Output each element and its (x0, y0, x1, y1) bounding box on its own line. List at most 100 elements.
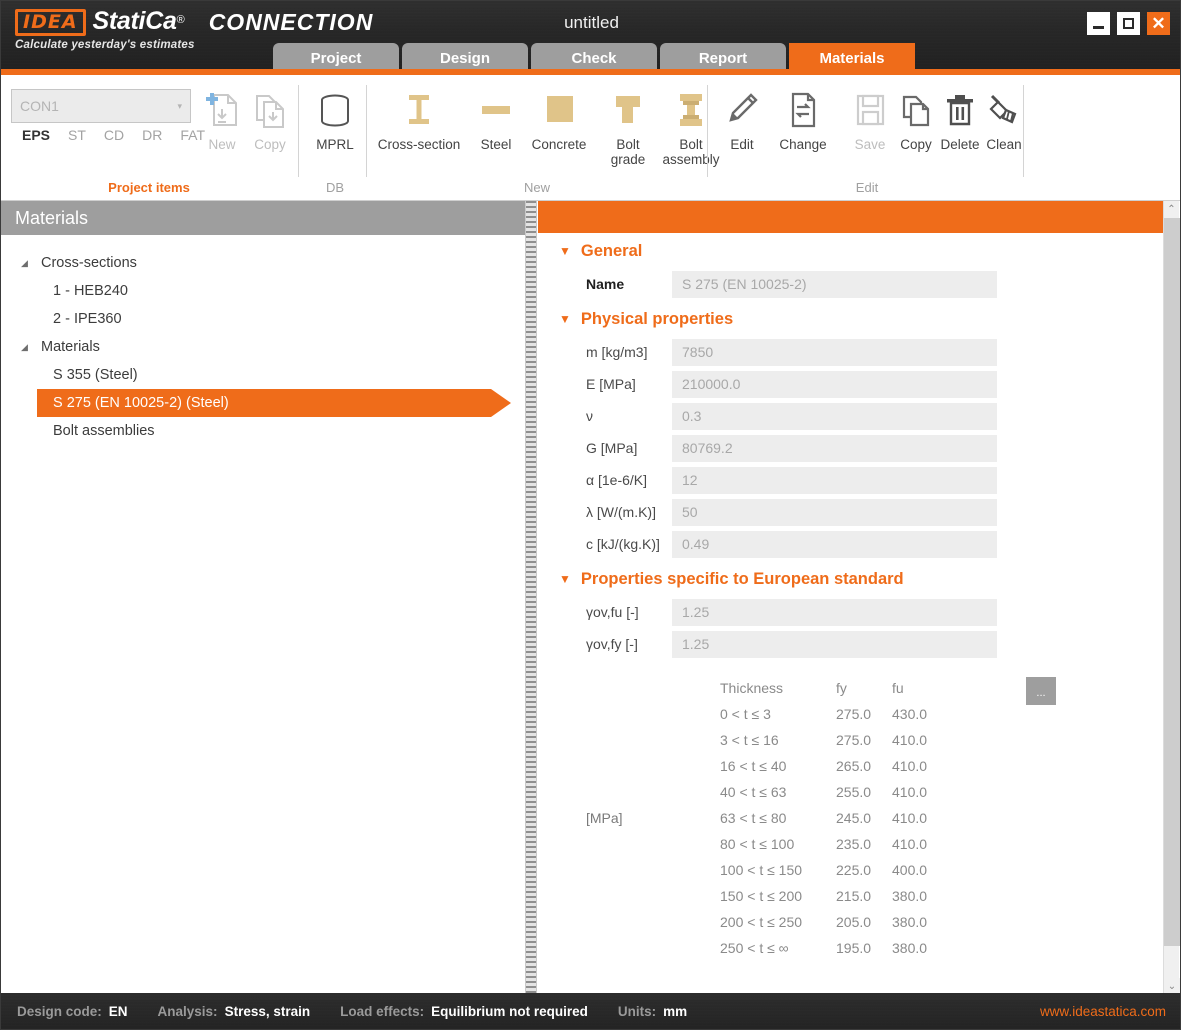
analysis-type-eps[interactable]: EPS (13, 127, 59, 143)
tree-group-materials[interactable]: ◢ Materials (1, 333, 525, 361)
cell-fy: 255.0 (836, 779, 892, 805)
expand-collapse-icon-materials[interactable]: ◢ (21, 342, 41, 353)
property-value-poisson[interactable]: 0.3 (672, 403, 997, 430)
table-row[interactable]: 150 < t ≤ 200 215.0 380.0 (720, 883, 952, 909)
cell-thickness: 63 < t ≤ 80 (720, 805, 836, 831)
website-link[interactable]: www.ideastatica.com (1040, 1004, 1166, 1019)
expand-collapse-icon[interactable]: ◢ (21, 258, 41, 269)
scroll-up-arrow-icon[interactable]: ⌃ (1164, 201, 1179, 218)
section-title-physical: Physical properties (581, 310, 733, 329)
cell-fy: 275.0 (836, 701, 892, 727)
properties-header-bar (538, 201, 1166, 233)
property-value-shear-modulus[interactable]: 80769.2 (672, 435, 997, 462)
cell-fy: 275.0 (836, 727, 892, 753)
triangle-down-icon-physical[interactable]: ▼ (559, 312, 571, 326)
table-row[interactable]: 80 < t ≤ 100 235.0 410.0 (720, 831, 952, 857)
property-label-youngs-modulus: E [MPa] (538, 376, 672, 392)
property-row-gamma-ov-fu: γov,fu [-] 1.25 (538, 597, 1166, 627)
table-row[interactable]: 100 < t ≤ 150 225.0 400.0 (720, 857, 952, 883)
tree-item-ipe360[interactable]: 2 - IPE360 (1, 305, 525, 333)
new-cross-section-button[interactable]: Cross-section (373, 85, 465, 152)
property-row-name: Name S 275 (EN 10025-2) (538, 269, 1166, 299)
table-row[interactable]: 16 < t ≤ 40 265.0 410.0 (720, 753, 952, 779)
analysis-type-cd[interactable]: CD (95, 127, 133, 143)
analysis-type-st[interactable]: ST (59, 127, 95, 143)
property-value-thermal-expansion[interactable]: 12 (672, 467, 997, 494)
cell-fy: 215.0 (836, 883, 892, 909)
cell-fu: 410.0 (892, 779, 952, 805)
left-pane-header: Materials (1, 201, 525, 235)
cell-fy: 195.0 (836, 935, 892, 961)
property-row-thermal-conductivity: λ [W/(m.K)] 50 (538, 497, 1166, 527)
change-button[interactable]: Change (757, 85, 849, 152)
cell-fu: 380.0 (892, 909, 952, 935)
status-load-effects: Load effects: Equilibrium not required (340, 1004, 588, 1019)
property-value-gamma-ov-fu[interactable]: 1.25 (672, 599, 997, 626)
property-value-youngs-modulus[interactable]: 210000.0 (672, 371, 997, 398)
section-european-standard[interactable]: ▼ Properties specific to European standa… (538, 561, 1166, 597)
save-button-label: Save (855, 137, 886, 152)
bolt-grade-button-label: Bolt grade (611, 137, 646, 167)
table-row[interactable]: 63 < t ≤ 80 245.0 410.0 (720, 805, 952, 831)
property-label-name: Name (538, 276, 672, 292)
mprl-button[interactable]: MPRL (308, 85, 362, 152)
cell-thickness: 3 < t ≤ 16 (720, 727, 836, 753)
status-units: Units: mm (618, 1004, 687, 1019)
ribbon-group-project-items: CON1 ▾ EPS ST CD DR FAT (1, 75, 297, 201)
pane-splitter[interactable] (525, 201, 537, 995)
property-row-poisson: ν 0.3 (538, 401, 1166, 431)
new-concrete-button[interactable]: Concrete (513, 85, 605, 152)
ribbon-toolbar: CON1 ▾ EPS ST CD DR FAT (1, 75, 1181, 201)
tree-group-cross-sections[interactable]: ◢ Cross-sections (1, 249, 525, 277)
table-row[interactable]: 250 < t ≤ ∞ 195.0 380.0 (720, 935, 952, 961)
table-row[interactable]: 3 < t ≤ 16 275.0 410.0 (720, 727, 952, 753)
cell-fy: 205.0 (836, 909, 892, 935)
section-general[interactable]: ▼ General (538, 233, 1166, 269)
ribbon-separator-1 (298, 85, 299, 177)
tree-item-heb240[interactable]: 1 - HEB240 (1, 277, 525, 305)
status-label-load-effects: Load effects: (340, 1004, 424, 1019)
triangle-down-icon-general[interactable]: ▼ (559, 244, 571, 258)
ribbon-group-label-project-items: Project items (1, 180, 297, 195)
close-button[interactable]: ✕ (1147, 12, 1170, 35)
property-value-thermal-conductivity[interactable]: 50 (672, 499, 997, 526)
status-label-units: Units: (618, 1004, 656, 1019)
tree-item-s355[interactable]: S 355 (Steel) (1, 361, 525, 389)
tree-label-bolt-assemblies: Bolt assemblies (53, 423, 155, 439)
vertical-scrollbar[interactable]: ⌃ ⌄ (1163, 201, 1179, 995)
table-row[interactable]: 200 < t ≤ 250 205.0 380.0 (720, 909, 952, 935)
change-button-label: Change (779, 137, 826, 152)
property-row-shear-modulus: G [MPa] 80769.2 (538, 433, 1166, 463)
status-analysis: Analysis: Stress, strain (158, 1004, 311, 1019)
property-label-gamma-ov-fu: γov,fu [-] (538, 604, 672, 620)
property-label-thermal-conductivity: λ [W/(m.K)] (538, 504, 672, 520)
steel-bar-icon (474, 85, 518, 135)
section-physical-properties[interactable]: ▼ Physical properties (538, 301, 1166, 337)
materials-tree-pane: Materials ◢ Cross-sections 1 - HEB240 2 … (1, 201, 525, 995)
tree-label-heb240: 1 - HEB240 (53, 283, 128, 299)
property-value-name[interactable]: S 275 (EN 10025-2) (672, 271, 997, 298)
tree-item-s275[interactable]: S 275 (EN 10025-2) (Steel) (37, 389, 491, 417)
table-browse-button[interactable]: ... (1026, 677, 1056, 705)
minimize-button[interactable] (1087, 12, 1110, 35)
maximize-button[interactable] (1117, 12, 1140, 35)
project-item-combo[interactable]: CON1 ▾ (11, 89, 191, 123)
copy-project-item-button[interactable]: Copy (243, 85, 297, 152)
cell-thickness: 150 < t ≤ 200 (720, 883, 836, 909)
scrollbar-thumb[interactable] (1164, 218, 1180, 946)
cell-thickness: 16 < t ≤ 40 (720, 753, 836, 779)
table-row[interactable]: 40 < t ≤ 63 255.0 410.0 (720, 779, 952, 805)
analysis-type-dr[interactable]: DR (133, 127, 171, 143)
property-value-density[interactable]: 7850 (672, 339, 997, 366)
new-button-label: New (208, 137, 235, 152)
triangle-down-icon-european[interactable]: ▼ (559, 572, 571, 586)
table-row[interactable]: 0 < t ≤ 3 275.0 430.0 (720, 701, 952, 727)
status-design-code: Design code: EN (17, 1004, 128, 1019)
property-value-gamma-ov-fy[interactable]: 1.25 (672, 631, 997, 658)
tree-item-bolt-assemblies[interactable]: Bolt assemblies (1, 417, 525, 445)
cell-fu: 410.0 (892, 727, 952, 753)
cell-fu: 410.0 (892, 753, 952, 779)
new-project-item-button[interactable]: New (195, 85, 249, 152)
close-icon: ✕ (1151, 15, 1165, 32)
property-value-specific-heat[interactable]: 0.49 (672, 531, 997, 558)
